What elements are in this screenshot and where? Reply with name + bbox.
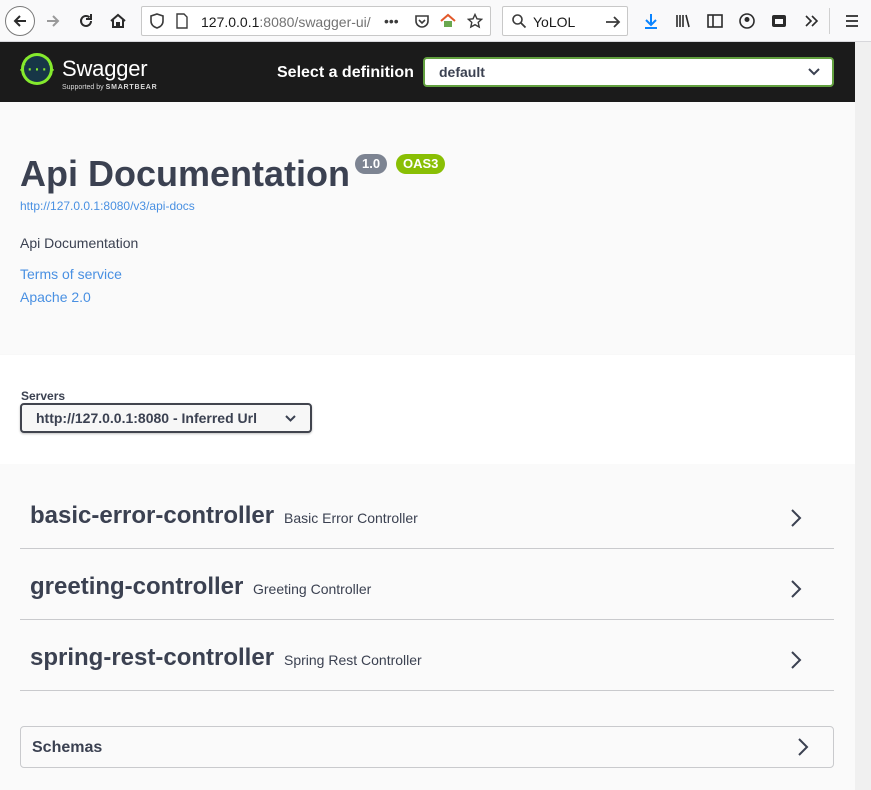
chevron-right-icon[interactable] — [789, 578, 803, 600]
controller-row-greeting[interactable]: greeting-controller Greeting Controller — [20, 549, 834, 620]
search-go-icon[interactable] — [605, 14, 621, 30]
logo-title: Swagger — [62, 56, 148, 81]
servers-label: Servers — [21, 389, 66, 403]
api-docs-link[interactable]: http://127.0.0.1:8080/v3/api-docs — [20, 199, 195, 213]
api-description: Api Documentation — [20, 235, 139, 251]
controller-description: Greeting Controller — [253, 581, 372, 597]
container-tab-button[interactable] — [765, 7, 793, 35]
arrow-left-icon — [13, 15, 26, 27]
url-bar[interactable]: 127.0.0.1:8080/swagger-ui/ ••• — [141, 6, 491, 36]
controller-name: spring-rest-controller — [30, 644, 275, 671]
chevron-right-icon[interactable] — [789, 507, 803, 529]
controller-description: Basic Error Controller — [284, 510, 418, 526]
logo-symbol: {···} — [20, 63, 54, 77]
download-icon — [645, 14, 657, 29]
library-icon — [676, 14, 690, 28]
license-link[interactable]: Apache 2.0 — [20, 289, 91, 305]
operations-section: basic-error-controller Basic Error Contr… — [0, 464, 855, 790]
home-button[interactable] — [104, 7, 132, 35]
info-section: Api Documentation 1.0 OAS3 http://127.0.… — [0, 102, 855, 355]
definition-value: default — [439, 64, 485, 80]
vertical-scrollbar[interactable] — [855, 42, 871, 790]
logo-subtitle: Supported by SMARTBEAR — [62, 84, 158, 91]
overflow-menu-button[interactable] — [797, 7, 825, 35]
pocket-icon[interactable] — [414, 13, 430, 29]
toolbar-divider — [829, 8, 830, 34]
swagger-logo-icon: {···} — [20, 53, 54, 85]
schemas-section[interactable]: Schemas — [20, 726, 834, 768]
sidebar-button[interactable] — [701, 7, 729, 35]
chevron-right-icon[interactable] — [789, 649, 803, 671]
forward-button[interactable] — [39, 7, 67, 35]
browser-toolbar: 127.0.0.1:8080/swagger-ui/ ••• YoLOL — [0, 0, 871, 42]
oas-badge: OAS3 — [396, 154, 446, 174]
arrow-right-icon — [47, 15, 60, 27]
home-icon — [110, 13, 126, 28]
servers-section: Servers http://127.0.0.1:8080 - Inferred… — [0, 355, 855, 464]
hamburger-menu-button[interactable] — [838, 7, 866, 35]
controller-description: Spring Rest Controller — [284, 652, 422, 668]
search-icon — [512, 14, 527, 29]
chevron-right-icon[interactable] — [796, 736, 810, 758]
swagger-topbar: {···} Swagger Supported by SMARTBEAR Sel… — [0, 42, 855, 102]
url-path: :8080/swagger-ui/ — [259, 14, 371, 30]
controller-row-spring-rest[interactable]: spring-rest-controller Spring Rest Contr… — [20, 620, 834, 691]
container-icon — [772, 15, 786, 27]
reload-icon — [80, 14, 92, 27]
logo-sub-prefix: Supported by — [62, 84, 106, 91]
home-extension-icon[interactable] — [440, 13, 456, 29]
page-icon — [176, 13, 188, 29]
select-definition-label: Select a definition — [277, 64, 414, 81]
account-icon — [739, 13, 755, 29]
chevrons-right-icon — [805, 15, 819, 27]
hamburger-icon — [846, 15, 858, 27]
search-input[interactable]: YoLOL — [533, 14, 575, 30]
logo-sub-brand: SMARTBEAR — [105, 84, 158, 91]
url-host: 127.0.0.1 — [201, 14, 260, 30]
schemas-title: Schemas — [32, 739, 103, 756]
terms-of-service-link[interactable]: Terms of service — [20, 266, 122, 282]
downloads-button[interactable] — [637, 7, 665, 35]
controller-row-basic-error[interactable]: basic-error-controller Basic Error Contr… — [20, 478, 834, 549]
chevron-down-icon — [808, 68, 820, 76]
controller-name: basic-error-controller — [30, 502, 275, 529]
library-button[interactable] — [669, 7, 697, 35]
definition-select[interactable]: default — [423, 57, 834, 87]
version-badge: 1.0 — [355, 154, 388, 174]
shield-icon — [150, 13, 164, 29]
account-button[interactable] — [733, 7, 761, 35]
url-text[interactable]: 127.0.0.1:8080/swagger-ui/ — [201, 14, 371, 30]
page-title: Api Documentation — [20, 153, 350, 194]
servers-selected-value: http://127.0.0.1:8080 - Inferred Url — [36, 410, 257, 426]
back-button[interactable] — [5, 6, 35, 36]
page-actions-button[interactable]: ••• — [384, 13, 399, 29]
bookmark-star-icon[interactable] — [467, 13, 483, 29]
controller-name: greeting-controller — [30, 573, 244, 600]
chevron-down-icon — [285, 415, 296, 422]
sidebar-icon — [707, 14, 723, 28]
servers-select[interactable]: http://127.0.0.1:8080 - Inferred Url — [20, 403, 312, 433]
search-bar[interactable]: YoLOL — [502, 6, 628, 36]
reload-button[interactable] — [72, 7, 100, 35]
